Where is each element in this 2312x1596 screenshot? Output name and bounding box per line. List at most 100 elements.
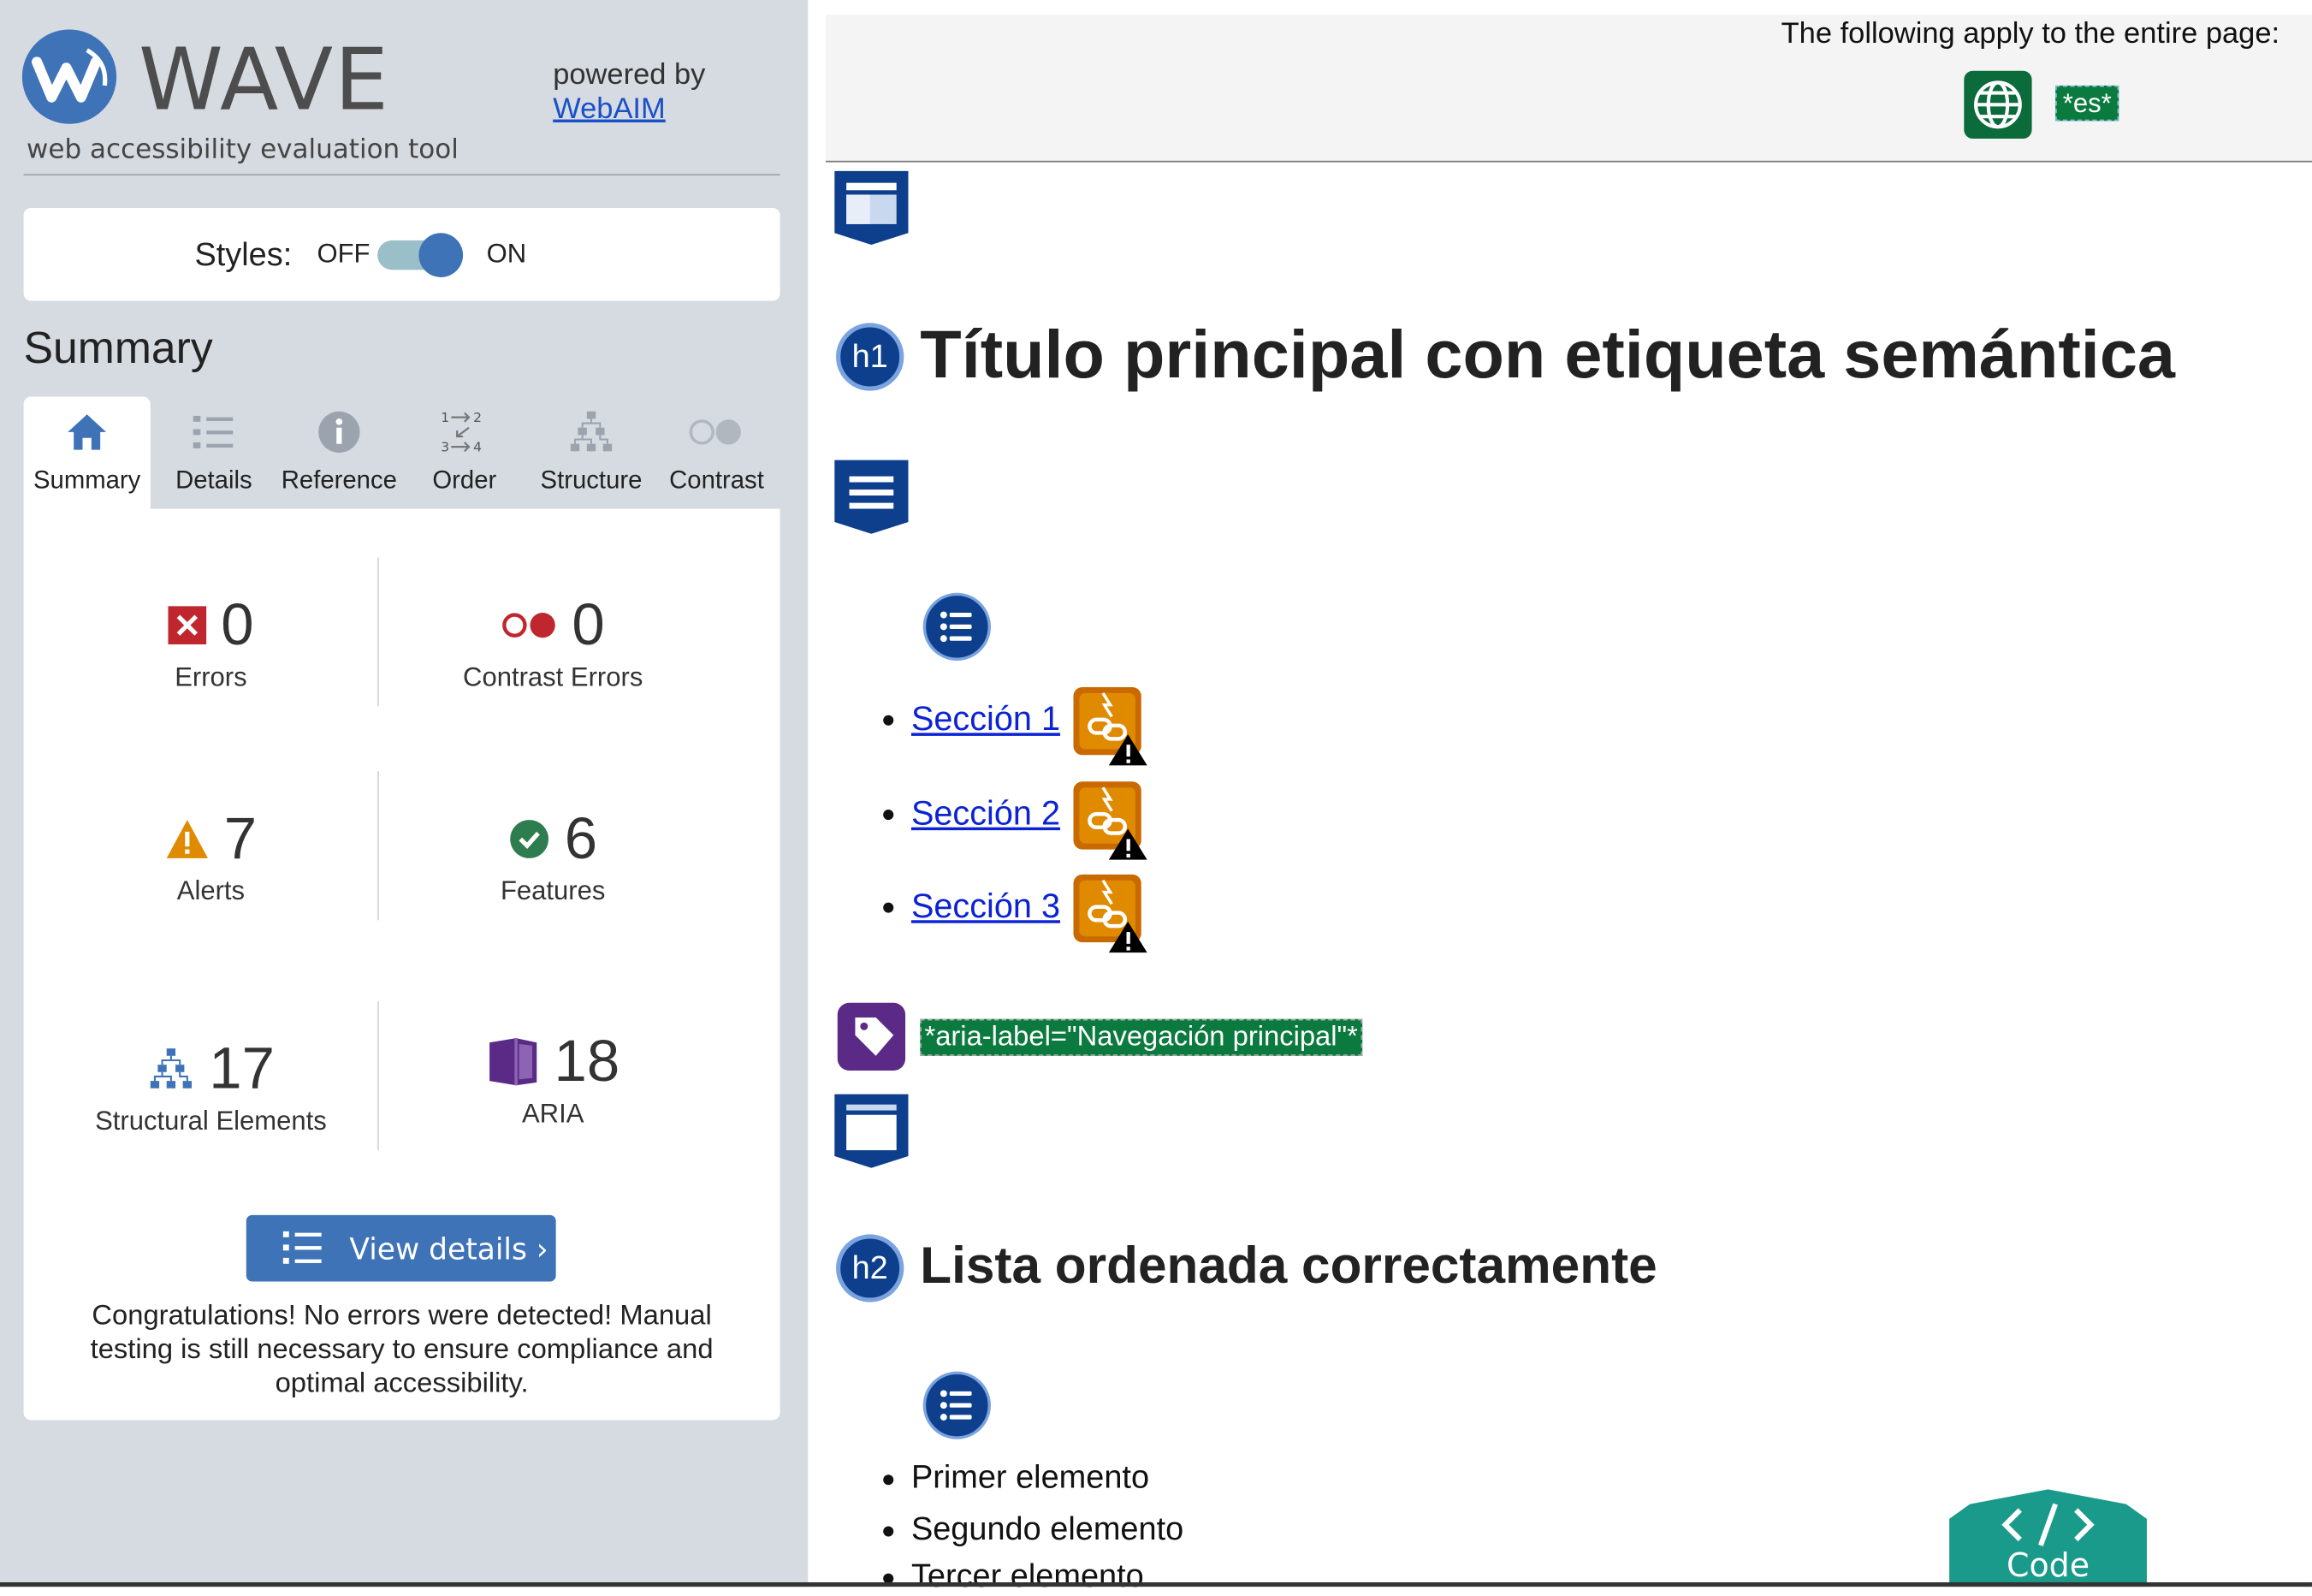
list-item: Primer elemento xyxy=(910,1458,1150,1496)
styles-toggle-box: Styles: OFF ON xyxy=(23,207,780,301)
page-h1: Título principal con etiqueta semántica xyxy=(920,315,2176,393)
order-icon: 1 2 3 4 xyxy=(401,410,528,454)
list-bullet xyxy=(883,902,894,913)
tab-label: Reference xyxy=(281,466,397,495)
svg-text:2: 2 xyxy=(473,410,482,425)
contrast-errors-label: Contrast Errors xyxy=(463,662,643,692)
tab-label: Summary xyxy=(33,466,141,495)
structure-icon xyxy=(150,1048,192,1089)
navigation-region-icon[interactable] xyxy=(833,459,910,536)
divider xyxy=(377,771,379,921)
tab-summary[interactable]: Summary xyxy=(23,396,151,509)
tab-label: Contrast xyxy=(669,466,764,495)
h1-badge-icon[interactable]: h1 xyxy=(836,323,904,391)
webaim-link[interactable]: WebAIM xyxy=(553,93,666,126)
view-details-label: View details › xyxy=(349,1231,548,1267)
aria-count: 18 xyxy=(554,1029,620,1095)
structural-stat[interactable]: 17 Structural Elements xyxy=(63,1035,359,1137)
styles-toggle[interactable] xyxy=(377,233,464,277)
wave-logo-icon xyxy=(21,29,117,124)
tab-order[interactable]: 1 2 3 4 Order xyxy=(401,397,528,509)
divider xyxy=(23,174,780,176)
info-icon xyxy=(276,411,402,454)
structural-label: Structural Elements xyxy=(95,1106,327,1136)
lang-tag: *es* xyxy=(2055,85,2119,122)
header-region-icon[interactable] xyxy=(833,169,910,246)
tab-label: Details xyxy=(175,466,252,495)
tab-details[interactable]: Details xyxy=(151,397,277,509)
contrast-errors-count: 0 xyxy=(572,592,605,658)
view-details-button[interactable]: View details › xyxy=(246,1214,556,1282)
tab-label: Order xyxy=(432,466,497,495)
alerts-count: 7 xyxy=(223,806,258,872)
app-tagline: web accessibility evaluation tool xyxy=(27,133,459,165)
applies-text: The following apply to the entire page: xyxy=(1781,17,2280,50)
divider xyxy=(377,1001,379,1151)
redundant-link-alert-icon[interactable] xyxy=(1072,779,1149,861)
tab-contrast[interactable]: Contrast xyxy=(653,397,780,509)
styles-label: Styles: xyxy=(194,235,293,273)
error-icon xyxy=(168,606,207,645)
section-2-link[interactable]: Sección 2 xyxy=(911,793,1060,834)
summary-heading: Summary xyxy=(23,324,213,373)
list-icon xyxy=(151,412,277,453)
page-info-bar: The following apply to the entire page: … xyxy=(825,15,2312,163)
window-bottom-edge xyxy=(0,1581,2312,1587)
list-bullet xyxy=(883,715,894,726)
page-h2: Lista ordenada correctamente xyxy=(920,1237,1657,1295)
aria-label-text: *aria-label="Navegación principal"* xyxy=(920,1018,1363,1056)
congrats-message: Congratulations! No errors were detected… xyxy=(90,1300,714,1400)
contrast-errors-stat[interactable]: 0 Contrast Errors xyxy=(406,591,701,693)
aria-icon xyxy=(489,1038,537,1086)
tab-structure[interactable]: Structure xyxy=(528,397,655,509)
tab-label: Structure xyxy=(540,466,643,495)
alerts-stat[interactable]: 7 Alerts xyxy=(63,805,359,907)
section-3-link[interactable]: Sección 3 xyxy=(911,887,1060,927)
errors-stat[interactable]: 0 Errors xyxy=(63,591,359,693)
language-globe-icon[interactable] xyxy=(1964,70,2032,139)
section-1-link[interactable]: Sección 1 xyxy=(911,699,1060,739)
features-count: 6 xyxy=(564,806,598,872)
styles-on-label: ON xyxy=(486,239,527,269)
structure-icon xyxy=(528,411,655,453)
features-label: Features xyxy=(500,875,606,906)
structural-count: 17 xyxy=(209,1036,275,1102)
aria-stat[interactable]: 18 ARIA xyxy=(406,1028,701,1130)
features-stat[interactable]: 6 Features xyxy=(406,805,701,907)
contrast-error-icon xyxy=(501,612,555,638)
list-item: Tercer elemento xyxy=(910,1557,1144,1594)
unordered-list-icon[interactable] xyxy=(922,1371,991,1439)
styles-off-label: OFF xyxy=(317,239,371,269)
list-bullet xyxy=(883,810,894,821)
h2-badge-icon[interactable]: h2 xyxy=(836,1234,904,1302)
code-button[interactable]: Code xyxy=(1949,1489,2147,1587)
unordered-list-icon[interactable] xyxy=(922,592,991,661)
tab-bar: Summary Details Reference 1 2 3 4 Order Str… xyxy=(23,396,780,509)
aria-label: ARIA xyxy=(521,1098,584,1129)
summary-card: 0 Errors 0 Contrast Errors 7 Alerts 6 Fe… xyxy=(23,508,780,1421)
list-icon xyxy=(282,1231,322,1264)
home-icon xyxy=(24,412,151,453)
code-button-label: Code xyxy=(2006,1548,2090,1586)
list-bullet xyxy=(883,1474,894,1486)
errors-count: 0 xyxy=(221,592,254,658)
svg-text:3: 3 xyxy=(441,439,449,454)
errors-label: Errors xyxy=(175,662,247,692)
divider xyxy=(377,557,379,707)
list-bullet xyxy=(883,1526,894,1537)
list-item: Segundo elemento xyxy=(910,1510,1184,1547)
app-title: WAVE xyxy=(138,29,390,130)
toggle-knob xyxy=(418,233,464,277)
contrast-icon xyxy=(653,412,780,453)
powered-by: powered by WebAIM xyxy=(553,59,705,127)
alert-icon xyxy=(166,820,208,858)
redundant-link-alert-icon[interactable] xyxy=(1072,871,1149,953)
tab-reference[interactable]: Reference xyxy=(276,397,402,509)
svg-text:1: 1 xyxy=(441,410,449,425)
svg-text:4: 4 xyxy=(473,439,482,454)
redundant-link-alert-icon[interactable] xyxy=(1072,685,1149,767)
powered-by-text: powered by xyxy=(553,58,706,92)
main-region-icon[interactable] xyxy=(833,1093,910,1170)
aria-label-tag-icon[interactable] xyxy=(837,1002,906,1071)
alerts-label: Alerts xyxy=(176,875,246,906)
